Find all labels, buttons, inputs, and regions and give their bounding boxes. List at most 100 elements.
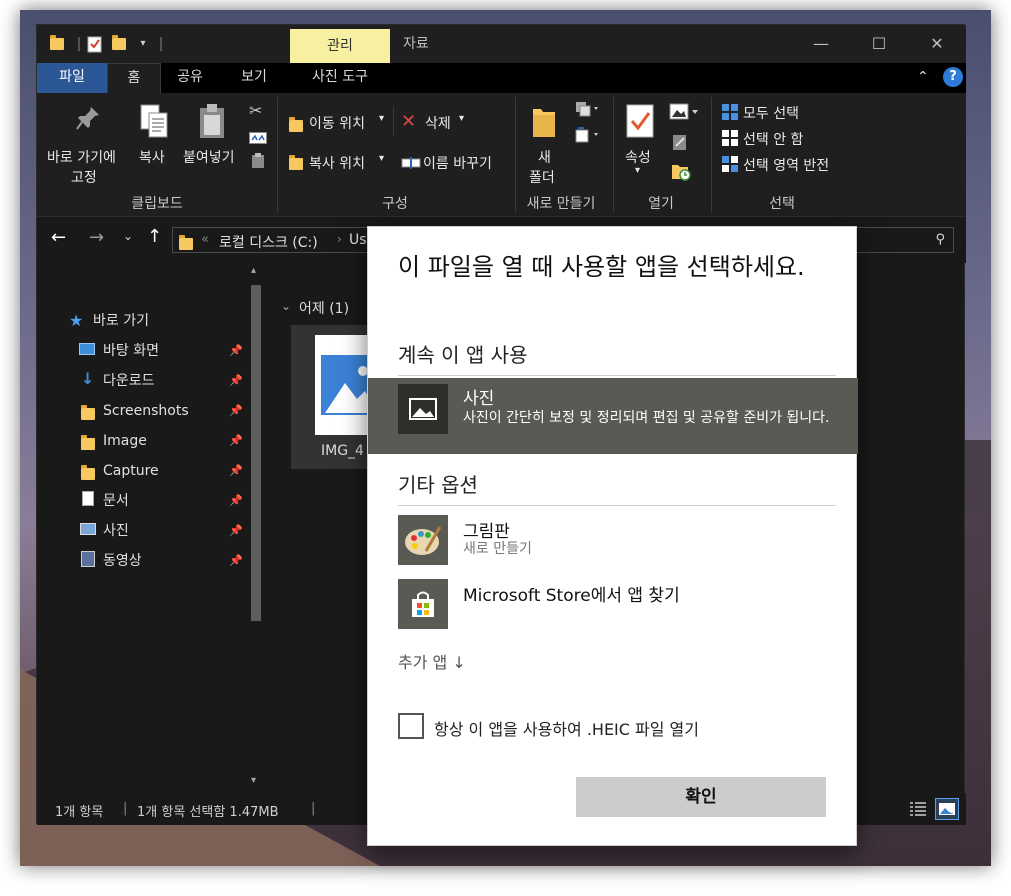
help-icon[interactable]: ? (943, 67, 963, 87)
pin-icon[interactable]: 📌 (229, 554, 243, 567)
pin-icon[interactable]: 📌 (229, 344, 243, 357)
properties-check-icon[interactable] (87, 35, 103, 53)
edit-icon[interactable] (671, 133, 689, 155)
easy-access-icon[interactable] (575, 127, 599, 147)
nav-item-pictures[interactable]: 사진 (103, 519, 129, 543)
rename-icon (401, 155, 421, 174)
more-apps-link[interactable]: 추가 앱 ↓ (398, 649, 466, 673)
nav-item-screenshots[interactable]: Screenshots (103, 399, 189, 423)
nav-item-documents[interactable]: 문서 (103, 489, 129, 513)
nav-scroll-thumb[interactable] (251, 285, 261, 621)
new-folder-button[interactable]: 새 (538, 147, 551, 167)
move-to-icon (289, 115, 303, 134)
pin-to-quick-access-button[interactable]: 바로 가기에 (47, 147, 116, 167)
open-icon[interactable] (669, 103, 699, 125)
nav-quick-access[interactable]: 바로 가기 (93, 309, 149, 333)
nav-item-desktop[interactable]: 바탕 화면 (103, 339, 159, 363)
always-use-label[interactable]: 항상 이 앱을 사용하여 .HEIC 파일 열기 (434, 716, 699, 740)
tab-file[interactable]: 파일 (37, 63, 107, 93)
quick-access-dropdown-icon[interactable]: ▾ (135, 35, 151, 53)
clipboard-group-label: 클립보드 (131, 196, 183, 212)
scroll-down-icon[interactable]: ▾ (251, 775, 256, 786)
close-button[interactable]: ✕ (908, 25, 966, 63)
copy-to-icon (289, 153, 303, 172)
nav-scrollbar[interactable]: ▴ ▾ (247, 263, 267, 793)
forward-icon[interactable]: → (89, 227, 104, 248)
tab-share[interactable]: 공유 (161, 63, 219, 93)
pin-icon[interactable]: 📌 (229, 494, 243, 507)
select-none-button[interactable]: 선택 안 함 (743, 129, 803, 149)
navigation-pane: ★ 바로 가기 바탕 화면 📌 ↓ 다운로드 📌 Screenshots 📌 I… (37, 263, 269, 793)
copy-button[interactable]: 복사 (139, 147, 165, 167)
pin-icon (75, 105, 101, 135)
path-next[interactable]: Us (349, 232, 367, 248)
path-overflow[interactable]: « (201, 232, 209, 247)
new-item-icon[interactable] (575, 101, 599, 121)
pin-icon[interactable]: 📌 (229, 464, 243, 477)
status-separator: | (311, 801, 316, 816)
tab-home[interactable]: 홈 (107, 63, 161, 93)
always-use-checkbox[interactable] (398, 713, 424, 739)
back-icon[interactable]: ← (51, 227, 66, 248)
nav-item-capture[interactable]: Capture (103, 459, 159, 483)
delete-dropdown-icon[interactable]: ▾ (459, 113, 464, 124)
copy-to-dropdown-icon[interactable]: ▾ (379, 153, 384, 164)
folder-icon (81, 433, 95, 452)
recent-locations-icon[interactable]: ⌄ (123, 229, 133, 243)
divider (398, 505, 836, 506)
nav-item-downloads[interactable]: 다운로드 (103, 369, 155, 393)
pin-icon[interactable]: 📌 (229, 434, 243, 447)
pin-icon[interactable]: 📌 (229, 524, 243, 537)
nav-item-image[interactable]: Image (103, 429, 147, 453)
dialog-title: 이 파일을 열 때 사용할 앱을 선택하세요. (398, 253, 805, 281)
invert-selection-button[interactable]: 선택 영역 반전 (743, 155, 829, 175)
star-icon: ★ (69, 311, 84, 330)
paste-shortcut-icon[interactable] (251, 153, 265, 173)
move-to-dropdown-icon[interactable]: ▾ (379, 113, 384, 124)
maximize-button[interactable]: ☐ (850, 25, 908, 63)
move-to-button[interactable]: 이동 위치 (309, 113, 365, 133)
paste-button[interactable]: 붙여넣기 (183, 147, 235, 167)
tab-view[interactable]: 보기 (219, 63, 289, 93)
paste-icon (197, 103, 227, 143)
properties-dropdown-icon[interactable]: ▾ (635, 165, 640, 176)
open-with-dialog: 이 파일을 열 때 사용할 앱을 선택하세요. 계속 이 앱 사용 사진 사진이… (367, 226, 858, 846)
copy-path-icon[interactable] (249, 129, 267, 148)
select-all-button[interactable]: 모두 선택 (743, 103, 799, 123)
new-group-label: 새로 만들기 (526, 196, 596, 212)
explorer-folder-icon[interactable] (49, 35, 65, 53)
delete-x-icon: ✕ (401, 111, 417, 132)
minimize-button[interactable]: — (792, 25, 850, 63)
app-option-paint[interactable]: 그림판 새로 만들기 (368, 513, 858, 569)
address-input[interactable]: « 로컬 디스크 (C:) › Us (172, 227, 372, 253)
tab-manage[interactable]: 관리 (290, 29, 390, 63)
pin-icon[interactable]: 📌 (229, 374, 243, 387)
paint-app-icon (398, 515, 448, 565)
properties-button[interactable]: 속성 (625, 147, 651, 167)
app-option-photos[interactable]: 사진 사진이 간단히 보정 및 정리되며 편집 및 공유할 준비가 됩니다. (368, 378, 858, 454)
details-view-icon[interactable] (909, 801, 927, 817)
cut-icon[interactable]: ✂ (249, 101, 262, 120)
title-bar: | ▾ | 관리 자료 — ☐ ✕ (37, 25, 966, 63)
copy-to-button[interactable]: 복사 위치 (309, 153, 365, 173)
rename-button[interactable]: 이름 바꾸기 (423, 153, 492, 173)
group-header[interactable]: 어제 (1) (299, 298, 349, 318)
ok-button[interactable]: 확인 (576, 777, 826, 817)
file-name: IMG_4 (321, 443, 364, 459)
large-icons-view-icon[interactable] (935, 798, 959, 820)
pin-icon[interactable]: 📌 (229, 404, 243, 417)
app-option-store[interactable]: Microsoft Store에서 앱 찾기 (368, 577, 858, 633)
other-options-heading: 기타 옵션 (398, 473, 478, 497)
documents-icon (82, 491, 94, 506)
delete-button[interactable]: 삭제 (425, 113, 451, 133)
ribbon-separator (393, 107, 394, 135)
up-icon[interactable]: ↑ (147, 226, 162, 247)
collapse-ribbon-icon[interactable]: ⌃ (917, 69, 929, 85)
scroll-up-icon[interactable]: ▴ (251, 265, 256, 276)
group-collapse-icon[interactable]: ⌄ (281, 299, 291, 313)
nav-item-videos[interactable]: 동영상 (103, 549, 142, 573)
new-folder-quick-icon[interactable] (111, 35, 127, 53)
tab-picture-tools[interactable]: 사진 도구 (290, 63, 390, 93)
history-icon[interactable] (671, 161, 691, 185)
path-drive[interactable]: 로컬 디스크 (C:) (219, 232, 318, 252)
